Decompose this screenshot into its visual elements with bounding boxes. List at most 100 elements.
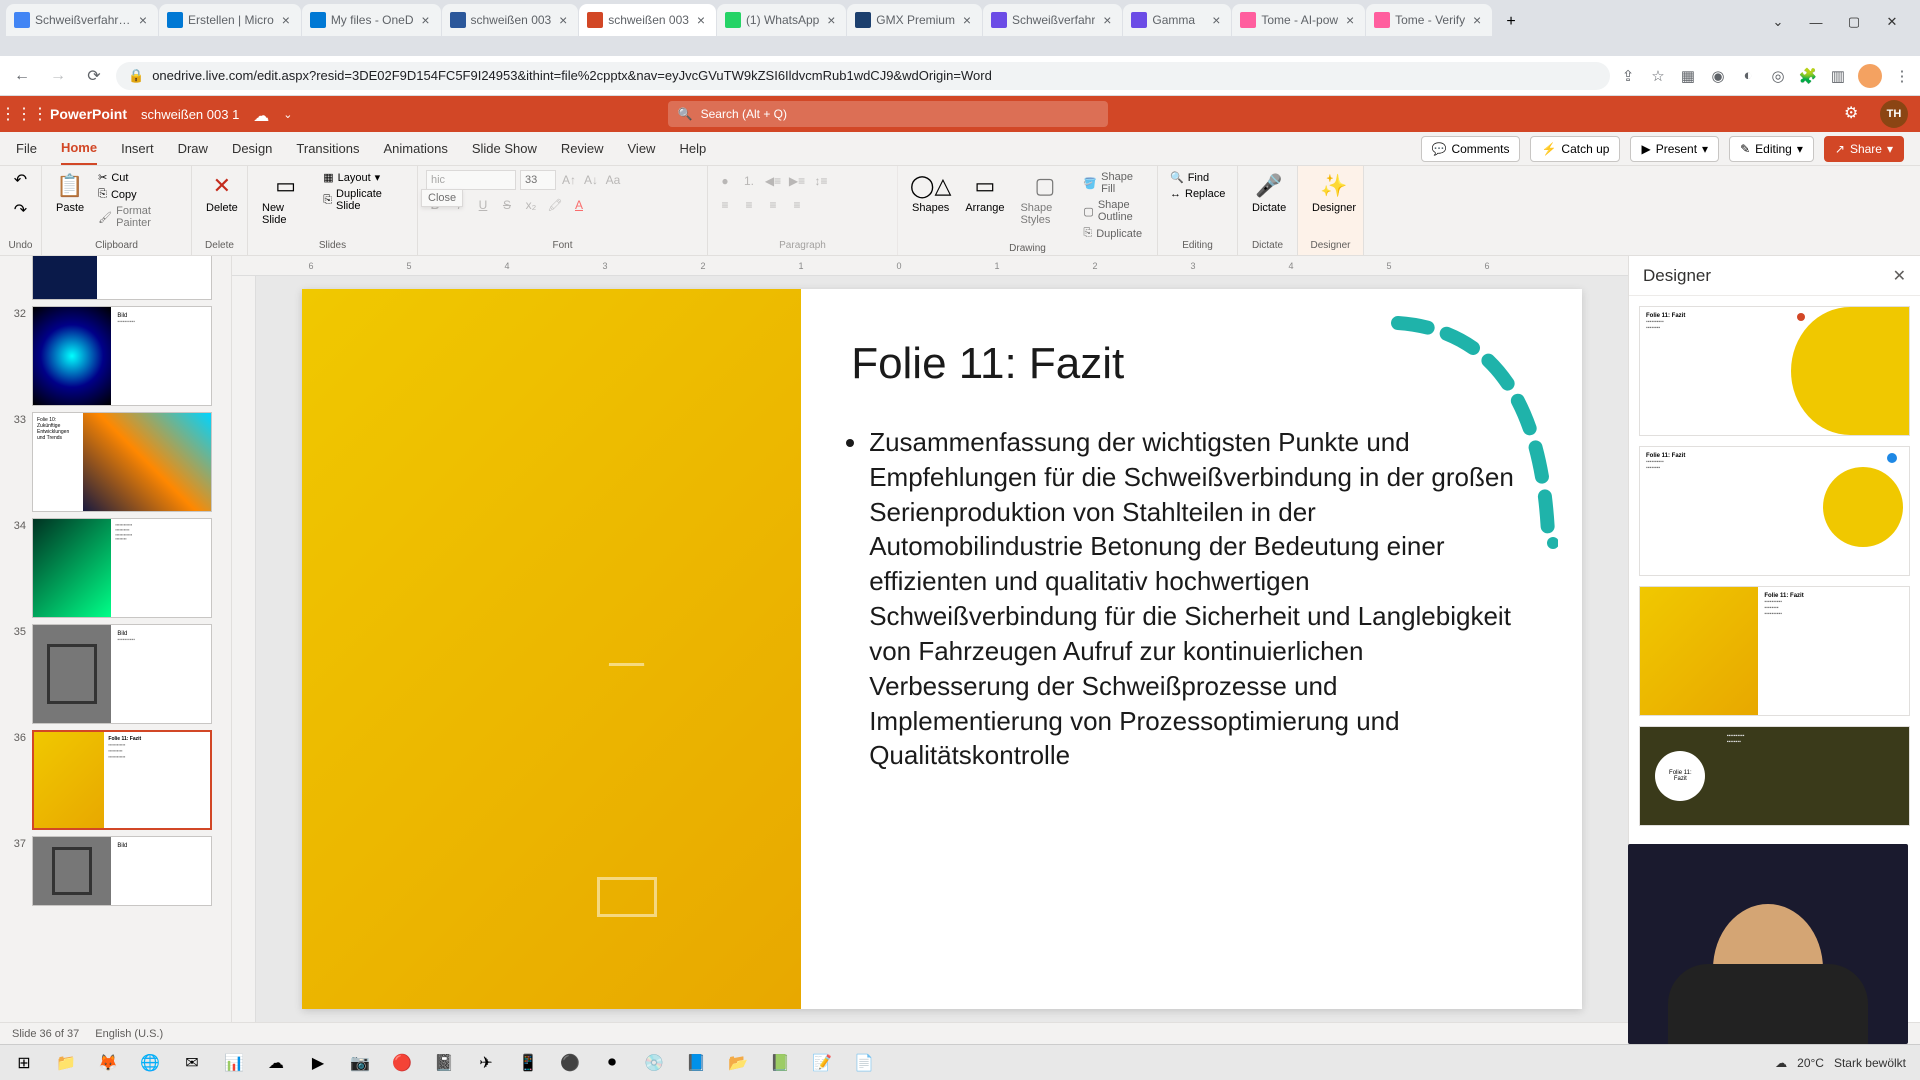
close-icon[interactable]: ×	[279, 13, 293, 27]
justify-button[interactable]: ≡	[788, 196, 806, 214]
taskbar-word[interactable]: 📄	[844, 1047, 884, 1079]
arrange-button[interactable]: ▭Arrange	[959, 170, 1010, 216]
design-suggestion[interactable]: Folie 11:Fazit▪▪▪▪▪▪▪▪▪▪▪▪▪▪▪▪▪▪	[1639, 726, 1910, 826]
close-icon[interactable]: ×	[1209, 13, 1223, 27]
tab-transitions[interactable]: Transitions	[296, 133, 359, 164]
taskbar-app[interactable]: ☁	[256, 1047, 296, 1079]
font-size-combo[interactable]: 33	[520, 170, 556, 190]
browser-tab[interactable]: GMX Premium×	[847, 4, 982, 36]
close-icon[interactable]: ✕	[1893, 266, 1906, 286]
delete-button[interactable]: ✕Delete	[200, 170, 244, 216]
tab-insert[interactable]: Insert	[121, 133, 154, 164]
design-suggestion[interactable]: Folie 11: Fazit▪▪▪▪▪▪▪▪▪▪▪▪▪▪▪▪▪▪	[1639, 306, 1910, 436]
highlight-button[interactable]: 🖍	[546, 196, 564, 214]
profile-avatar[interactable]	[1858, 64, 1882, 88]
strikethrough-button[interactable]: S	[498, 196, 516, 214]
browser-tab[interactable]: Schweißverfahr×	[983, 4, 1122, 36]
line-spacing-button[interactable]: ↕≡	[812, 172, 830, 190]
document-name[interactable]: schweißen 003 1	[141, 107, 239, 122]
numbering-button[interactable]: 1.	[740, 172, 758, 190]
shape-outline-button[interactable]: ▢Shape Outline	[1079, 198, 1149, 224]
thumbnail-item[interactable]: 32 Bild▪▪▪▪▪▪▪▪▪▪	[8, 306, 223, 406]
align-left-button[interactable]: ≡	[716, 196, 734, 214]
browser-tab[interactable]: Gamma×	[1123, 4, 1231, 36]
taskbar-app[interactable]: 💿	[634, 1047, 674, 1079]
taskbar-app[interactable]: 📱	[508, 1047, 548, 1079]
tab-draw[interactable]: Draw	[178, 133, 208, 164]
tab-review[interactable]: Review	[561, 133, 604, 164]
browser-tab[interactable]: Erstellen | Micro×	[159, 4, 301, 36]
language-status[interactable]: English (U.S.)	[95, 1028, 163, 1040]
close-icon[interactable]: ×	[1470, 13, 1484, 27]
font-family-combo[interactable]: hic Close	[426, 170, 516, 190]
cut-button[interactable]: ✂Cut	[94, 170, 183, 185]
find-button[interactable]: 🔍Find	[1166, 170, 1229, 185]
redo-button[interactable]: ↷	[14, 200, 27, 220]
tab-animations[interactable]: Animations	[384, 133, 448, 164]
temperature[interactable]: 20°C	[1797, 1056, 1824, 1070]
thumbnail-item[interactable]: 35 Bild▪▪▪▪▪▪▪▪▪▪	[8, 624, 223, 724]
align-center-button[interactable]: ≡	[740, 196, 758, 214]
new-slide-button[interactable]: ▭New Slide	[256, 170, 315, 228]
thumbnail-item[interactable]: 33 Folie 10:ZukünftigeEntwicklungenund T…	[8, 412, 223, 512]
slide-editor[interactable]: Folie 11: Fazit Zusammenfassung der wich…	[256, 276, 1628, 1022]
increase-indent-button[interactable]: ▶≡	[788, 172, 806, 190]
taskbar-app[interactable]: 📂	[718, 1047, 758, 1079]
tab-design[interactable]: Design	[232, 133, 272, 164]
shapes-button[interactable]: ◯△Shapes	[906, 170, 955, 216]
increase-font-icon[interactable]: A↑	[560, 171, 578, 189]
copy-button[interactable]: ⎘Copy	[94, 187, 183, 202]
start-button[interactable]: ⊞	[4, 1047, 44, 1079]
back-button[interactable]: ←	[8, 62, 36, 90]
tab-slideshow[interactable]: Slide Show	[472, 133, 537, 164]
tab-help[interactable]: Help	[679, 133, 706, 164]
thumbnail-item[interactable]: 37 Bild	[8, 836, 223, 906]
taskbar-app[interactable]: 📷	[340, 1047, 380, 1079]
chevron-down-icon[interactable]: ⌄	[283, 108, 292, 121]
taskbar-powerpoint[interactable]: 📊	[214, 1047, 254, 1079]
share-icon[interactable]: ⇪	[1618, 66, 1638, 86]
taskbar-app[interactable]: 📘	[676, 1047, 716, 1079]
extension-icon[interactable]: ▦	[1678, 66, 1698, 86]
close-button[interactable]: ✕	[1874, 8, 1910, 36]
taskbar-excel[interactable]: 📗	[760, 1047, 800, 1079]
extension-icon[interactable]: ◎	[1768, 66, 1788, 86]
weather-text[interactable]: Stark bewölkt	[1834, 1056, 1906, 1070]
browser-tab[interactable]: Schweißverfahren×	[6, 4, 158, 36]
close-icon[interactable]: ×	[960, 13, 974, 27]
browser-tab[interactable]: My files - OneD×	[302, 4, 441, 36]
maximize-button[interactable]: ▢	[1836, 8, 1872, 36]
slide[interactable]: Folie 11: Fazit Zusammenfassung der wich…	[302, 289, 1582, 1009]
shape-fill-button[interactable]: 🪣Shape Fill	[1079, 170, 1149, 196]
design-suggestion[interactable]: Folie 11: Fazit▪▪▪▪▪▪▪▪▪▪▪▪▪▪▪▪▪▪▪▪▪▪▪▪▪…	[1639, 586, 1910, 716]
search-input[interactable]: 🔍 Search (Alt + Q)	[668, 101, 1108, 127]
extension-icon[interactable]: ▥	[1828, 66, 1848, 86]
designer-button[interactable]: ✨Designer	[1306, 170, 1362, 216]
dictate-button[interactable]: 🎤Dictate	[1246, 170, 1292, 216]
catchup-button[interactable]: ⚡Catch up	[1530, 136, 1620, 162]
present-button[interactable]: ▶Present▾	[1630, 136, 1719, 162]
user-avatar[interactable]: TH	[1880, 100, 1908, 128]
close-icon[interactable]: ×	[136, 13, 150, 27]
close-icon[interactable]: ×	[824, 13, 838, 27]
minimize-button[interactable]: —	[1798, 8, 1834, 36]
gear-icon[interactable]: ⚙	[1844, 103, 1866, 125]
taskbar-app[interactable]: 🔴	[382, 1047, 422, 1079]
extension-icon[interactable]: ◉	[1708, 66, 1728, 86]
extension-icon[interactable]: ◐	[1738, 66, 1758, 86]
star-icon[interactable]: ☆	[1648, 66, 1668, 86]
close-icon[interactable]: ×	[1100, 13, 1114, 27]
taskbar-onenote[interactable]: 📓	[424, 1047, 464, 1079]
app-launcher-icon[interactable]: ⋮⋮⋮	[12, 102, 36, 126]
thumbnail-item-selected[interactable]: 36 Folie 11: Fazit▪▪▪▪▪▪▪▪▪▪▪▪▪▪▪▪▪▪▪▪▪▪…	[8, 730, 223, 830]
share-button[interactable]: ↗Share▾	[1824, 136, 1904, 162]
subscript-button[interactable]: x₂	[522, 196, 540, 214]
browser-tab[interactable]: (1) WhatsApp×	[717, 4, 846, 36]
format-painter-button[interactable]: 🖌Format Painter	[94, 204, 183, 230]
paste-button[interactable]: 📋Paste	[50, 170, 90, 216]
bullets-button[interactable]: ⦁	[716, 172, 734, 190]
design-suggestion[interactable]: Folie 11: Fazit▪▪▪▪▪▪▪▪▪▪▪▪▪▪▪▪▪▪	[1639, 446, 1910, 576]
taskbar-firefox[interactable]: 🦊	[88, 1047, 128, 1079]
thumbnail-item[interactable]: ▪▪▪▪▪▪▪▪▪▪▪▪▪▪	[8, 256, 223, 300]
forward-button[interactable]: →	[44, 62, 72, 90]
